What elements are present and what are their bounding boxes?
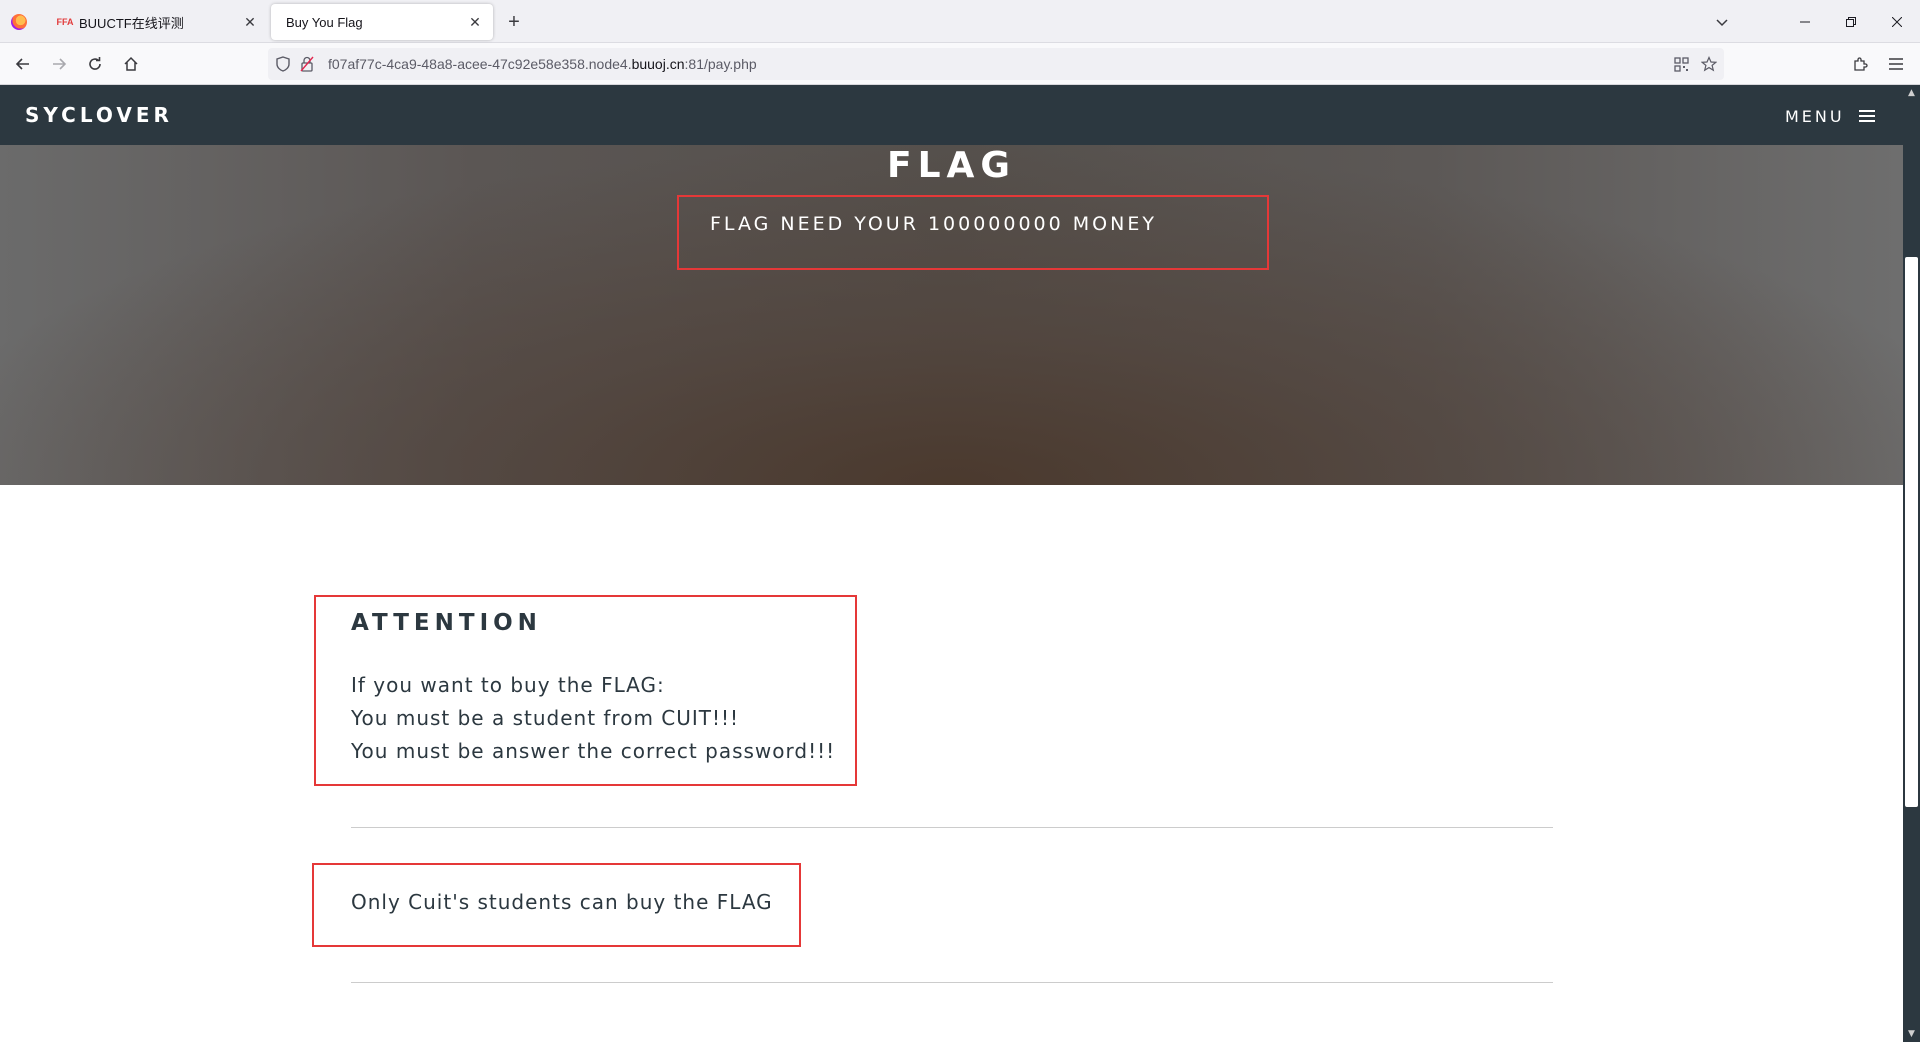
puzzle-piece-icon <box>1854 57 1868 71</box>
hero-title: FLAG <box>887 145 1016 186</box>
browser-tab-bar: FFA BUUCTF在线评测 ✕ Buy You Flag ✕ + <box>0 0 1920 43</box>
site-brand-logo[interactable]: SYCLOVER <box>25 103 173 127</box>
home-button[interactable] <box>117 50 145 78</box>
page-viewport: SYCLOVER MENU FLAG FLAG NEED YOUR 100000… <box>0 85 1903 1042</box>
extensions-button[interactable] <box>1846 50 1874 78</box>
reload-button[interactable] <box>81 50 109 78</box>
tracking-protection-shield-icon[interactable] <box>274 55 292 73</box>
divider <box>351 827 1553 828</box>
hero-subtitle: FLAG NEED YOUR 100000000 MONEY <box>710 213 1157 235</box>
attention-line: If you want to buy the FLAG: <box>351 673 665 697</box>
reload-icon <box>89 57 101 70</box>
insecure-lock-icon[interactable] <box>298 55 316 73</box>
buuctf-favicon-icon: FFA <box>56 17 74 27</box>
divider <box>351 982 1553 983</box>
bookmark-star-icon[interactable] <box>1700 55 1718 73</box>
site-menu-button[interactable]: MENU <box>1785 105 1875 127</box>
arrow-right-icon <box>53 58 67 70</box>
hamburger-menu-icon <box>1889 58 1903 70</box>
attention-line: You must be answer the correct password!… <box>351 739 836 763</box>
page-scrollbar[interactable]: ▲ ▼ <box>1903 85 1920 1042</box>
menu-label: MENU <box>1785 106 1845 126</box>
tab-buuctf[interactable]: FFA BUUCTF在线评测 ✕ <box>42 4 268 40</box>
qr-code-icon[interactable] <box>1672 55 1690 73</box>
browser-navigation-toolbar: f07af77c-4ca9-48a8-acee-47c92e58e358.nod… <box>0 43 1920 85</box>
scrollbar-thumb[interactable] <box>1905 257 1918 807</box>
restore-icon <box>1846 16 1856 27</box>
url-host: buuoj.cn <box>631 56 685 72</box>
home-icon <box>124 56 138 71</box>
minimize-window-button[interactable] <box>1782 0 1828 43</box>
url-suffix: :81/pay.php <box>684 56 757 72</box>
arrow-left-icon <box>15 58 29 70</box>
close-tab-icon[interactable]: ✕ <box>238 10 262 34</box>
close-window-button[interactable] <box>1874 0 1920 43</box>
hero-header: FLAG FLAG NEED YOUR 100000000 MONEY <box>0 145 1903 485</box>
scroll-up-arrow-icon[interactable]: ▲ <box>1903 85 1920 101</box>
close-icon <box>1892 16 1902 27</box>
url-prefix: f07af77c-4ca9-48a8-acee-47c92e58e358.nod… <box>328 56 632 72</box>
main-content: ATTENTION If you want to buy the FLAG: Y… <box>0 485 1903 1042</box>
restore-window-button[interactable] <box>1828 0 1874 43</box>
tab-title: Buy You Flag <box>286 14 363 30</box>
scroll-down-arrow-icon[interactable]: ▼ <box>1903 1026 1920 1042</box>
tab-title: BUUCTF在线评测 <box>79 15 184 31</box>
firefox-icon[interactable] <box>11 14 27 30</box>
address-bar[interactable]: f07af77c-4ca9-48a8-acee-47c92e58e358.nod… <box>268 48 1724 80</box>
list-all-tabs-button[interactable] <box>1710 10 1734 34</box>
attention-line: You must be a student from CUIT!!! <box>351 706 740 730</box>
url-text[interactable]: f07af77c-4ca9-48a8-acee-47c92e58e358.nod… <box>328 56 757 72</box>
back-button[interactable] <box>9 50 37 78</box>
hamburger-icon <box>1858 107 1875 125</box>
attention-heading: ATTENTION <box>351 610 542 636</box>
close-tab-icon[interactable]: ✕ <box>463 10 487 34</box>
chevron-down-icon <box>1716 19 1728 27</box>
forward-button[interactable] <box>45 50 73 78</box>
tab-buy-you-flag[interactable]: Buy You Flag ✕ <box>271 4 493 40</box>
new-tab-button[interactable]: + <box>502 10 526 34</box>
students-only-notice: Only Cuit's students can buy the FLAG <box>351 890 773 914</box>
site-navbar: SYCLOVER MENU <box>0 85 1903 145</box>
minimize-icon <box>1800 21 1810 22</box>
app-menu-button[interactable] <box>1882 50 1910 78</box>
